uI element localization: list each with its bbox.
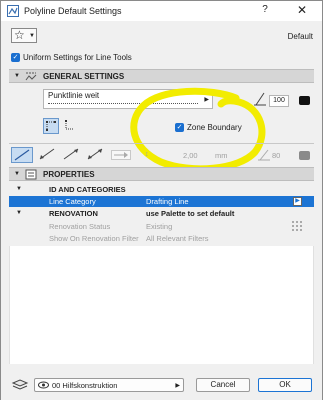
- zone-boundary-label: Zone Boundary: [187, 123, 242, 132]
- general-settings-header[interactable]: ▼ GENERAL SETTINGS: [9, 69, 314, 83]
- arrow-pen-number[interactable]: 80: [272, 151, 280, 160]
- zone-boundary-checkbox[interactable]: ✓: [175, 123, 184, 132]
- close-button[interactable]: ✕: [294, 3, 310, 19]
- property-row-line-category[interactable]: Line Category Drafting Line ▶: [9, 196, 314, 207]
- layers-icon: [11, 379, 29, 390]
- polyline-app-icon: [7, 5, 19, 17]
- uniform-settings-checkbox[interactable]: ✓: [11, 53, 20, 62]
- property-value: Existing: [146, 222, 173, 231]
- layer-name: 00 Hilfskonstruktion: [52, 381, 118, 390]
- eye-icon: [38, 381, 49, 389]
- geometry-method-rect-button[interactable]: [63, 118, 79, 134]
- layer-selector[interactable]: 00 Hilfskonstruktion ▶: [34, 378, 184, 392]
- property-value: use Palette to set default: [146, 209, 235, 218]
- grid-icon: [292, 221, 302, 231]
- ok-button[interactable]: OK: [258, 378, 312, 392]
- window-title: Polyline Default Settings: [24, 6, 122, 16]
- star-icon: ☆: [14, 28, 25, 42]
- collapse-triangle-icon: ▼: [16, 186, 22, 192]
- property-row-renovation-status[interactable]: Renovation Status Existing: [9, 221, 314, 232]
- collapse-triangle-icon: ▼: [14, 73, 20, 79]
- chevron-right-icon: ▶: [175, 383, 180, 389]
- preset-name: Default: [287, 32, 313, 41]
- arrow-end-button[interactable]: [61, 147, 83, 163]
- uniform-settings-label: Uniform Settings for Line Tools: [23, 53, 132, 62]
- properties-header[interactable]: ▼ PROPERTIES: [9, 167, 314, 181]
- property-name: RENOVATION: [49, 209, 98, 218]
- rectangle-method-icon: [65, 120, 74, 130]
- property-name: ID AND CATEGORIES: [49, 185, 126, 194]
- arrow-size-icon: ↕: [145, 151, 149, 158]
- separator: [9, 143, 314, 144]
- properties-title: PROPERTIES: [43, 170, 95, 179]
- arrow-both-button[interactable]: [85, 147, 107, 163]
- property-value: All Relevant Filters: [146, 234, 209, 243]
- line-arrow-start-icon: [39, 148, 55, 160]
- chevron-right-icon[interactable]: ▶: [293, 197, 302, 206]
- chevron-down-icon: ▼: [29, 33, 35, 39]
- property-group-id-categories[interactable]: ▼ ID AND CATEGORIES: [9, 184, 314, 195]
- bottom-bar: 00 Hilfskonstruktion ▶ Cancel OK: [1, 371, 322, 400]
- polyline-settings-icon: [25, 72, 37, 81]
- settings-dialog: Polyline Default Settings ? ✕ ☆ ▼ Defaul…: [0, 0, 323, 400]
- geometry-method-polyline-button[interactable]: [43, 118, 59, 134]
- polyline-method-icon: [46, 121, 56, 131]
- properties-list-icon: [25, 169, 37, 180]
- property-row-renovation-filter[interactable]: Show On Renovation Filter All Relevant F…: [9, 233, 314, 244]
- pen-color-swatch[interactable]: [299, 96, 310, 105]
- collapse-triangle-icon: ▼: [14, 171, 20, 177]
- property-name: Renovation Status: [49, 222, 111, 231]
- property-name: Line Category: [49, 197, 96, 206]
- cancel-button[interactable]: Cancel: [196, 378, 250, 392]
- arrow-pen-swatch[interactable]: [299, 151, 310, 160]
- property-name: Show On Renovation Filter: [49, 234, 139, 243]
- arrow-pen-icon: [258, 149, 270, 161]
- line-arrow-end-icon: [63, 148, 79, 160]
- line-no-arrow-icon: [14, 149, 30, 161]
- arrow-size-field[interactable]: 2,00: [183, 151, 198, 160]
- arrow-size-unit: mm: [215, 151, 228, 160]
- line-type-name: Punktlinie weit: [48, 91, 100, 100]
- collapse-triangle-icon: ▼: [16, 210, 22, 216]
- pen-number-field[interactable]: 100: [269, 95, 289, 107]
- general-settings-title: GENERAL SETTINGS: [43, 72, 125, 81]
- property-group-renovation[interactable]: ▼ RENOVATION use Palette to set default: [9, 208, 314, 219]
- line-arrow-both-icon: [87, 148, 103, 160]
- arrow-none-button[interactable]: [11, 147, 33, 163]
- arrow-type-icon: [114, 152, 128, 158]
- arrow-type-selector[interactable]: [111, 150, 131, 160]
- property-value: Drafting Line: [146, 197, 189, 206]
- title-bar: Polyline Default Settings ? ✕: [1, 1, 322, 21]
- help-button[interactable]: ?: [257, 4, 273, 18]
- properties-empty-area: [9, 246, 314, 364]
- favorites-button[interactable]: ☆ ▼: [11, 28, 37, 43]
- arrow-start-button[interactable]: [37, 147, 59, 163]
